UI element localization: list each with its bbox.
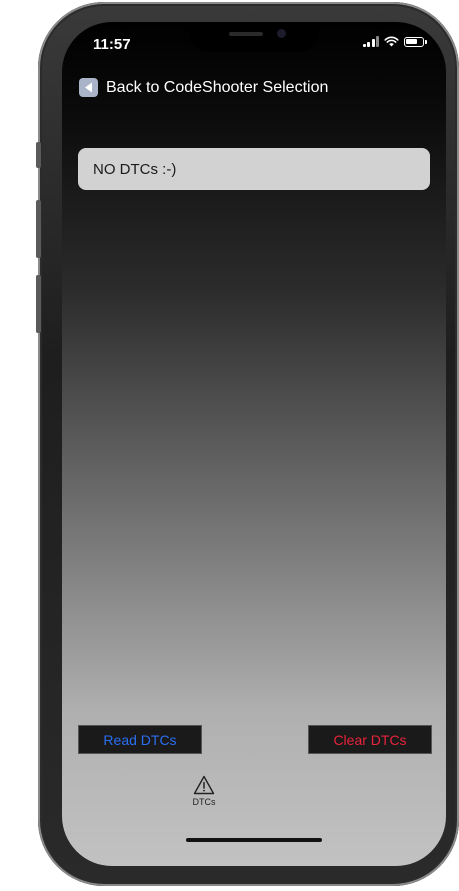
status-time: 11:57 [93, 36, 131, 53]
tab-bar: DTCs [62, 767, 446, 827]
back-arrow-icon [79, 78, 98, 97]
wifi-icon [384, 36, 399, 47]
speaker-grille [229, 32, 263, 36]
dtc-result-field: NO DTCs :-) [78, 148, 430, 190]
clear-dtcs-button[interactable]: Clear DTCs [308, 725, 432, 754]
back-button[interactable]: Back to CodeShooter Selection [79, 78, 328, 97]
home-indicator[interactable] [186, 838, 322, 842]
read-dtcs-button[interactable]: Read DTCs [78, 725, 202, 754]
warning-triangle-icon [193, 775, 215, 795]
front-camera [277, 29, 286, 38]
app-screen: 11:57 Back to CodeShooter Selection NO D… [62, 22, 446, 866]
status-icons [362, 36, 427, 47]
signal-icon [362, 36, 379, 47]
tab-dtcs[interactable]: DTCs [184, 775, 224, 807]
back-button-label: Back to CodeShooter Selection [106, 78, 329, 96]
battery-icon [404, 36, 427, 47]
mute-switch [36, 142, 41, 168]
notch [189, 22, 319, 52]
tab-dtcs-label: DTCs [192, 797, 216, 807]
volume-down-button [36, 275, 41, 333]
volume-up-button [36, 200, 41, 258]
